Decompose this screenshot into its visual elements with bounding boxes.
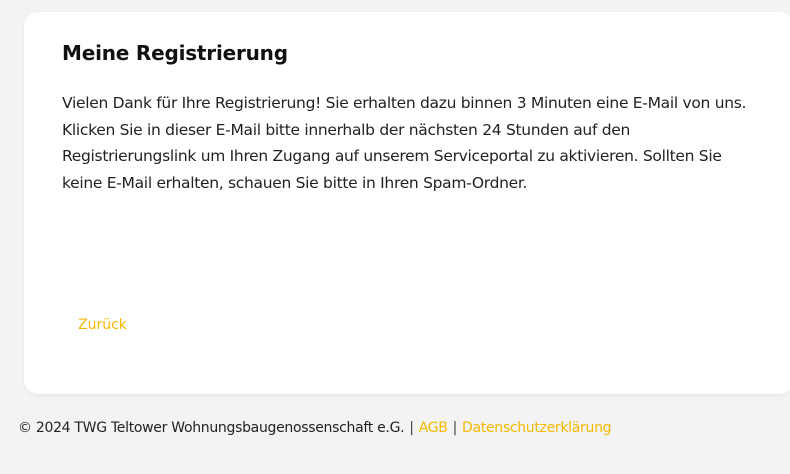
- registration-message: Vielen Dank für Ihre Registrierung! Sie …: [62, 94, 747, 192]
- footer-separator: |: [409, 420, 414, 436]
- copyright-text: © 2024 TWG Teltower Wohnungsbaugenossens…: [18, 420, 405, 436]
- back-link[interactable]: Zurück: [78, 317, 127, 333]
- card-title: Meine Registrierung: [62, 41, 288, 65]
- registration-card: Meine Registrierung Vielen Dank für Ihre…: [24, 12, 790, 394]
- privacy-link[interactable]: Datenschutzerklärung: [462, 420, 612, 436]
- footer-separator: |: [452, 420, 458, 436]
- agb-link[interactable]: AGB: [419, 420, 448, 436]
- footer: © 2024 TWG Teltower Wohnungsbaugenossens…: [18, 420, 612, 436]
